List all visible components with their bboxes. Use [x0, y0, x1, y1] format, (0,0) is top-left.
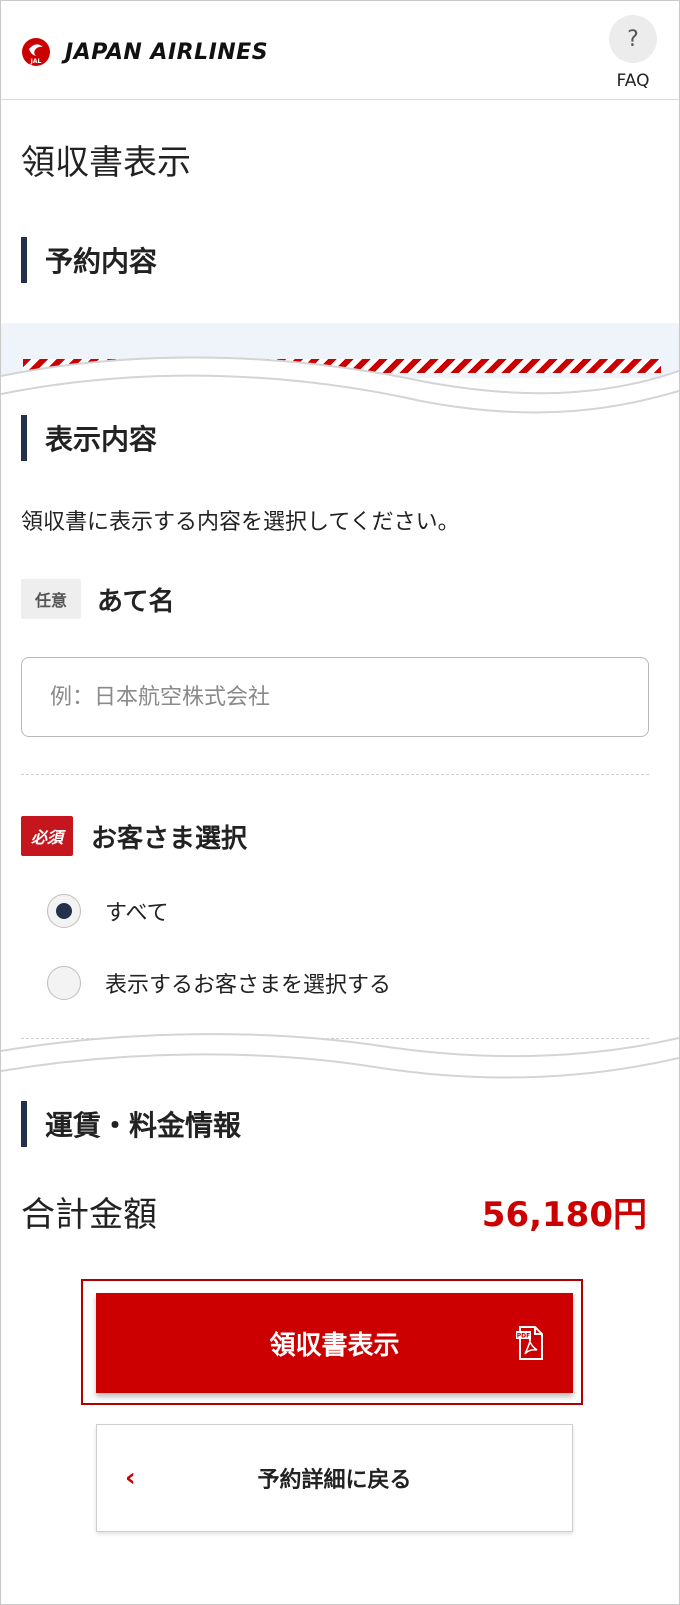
- faq-label: FAQ: [616, 71, 650, 91]
- jal-crane-icon: JAL: [22, 38, 50, 66]
- section-break-wave: [1, 356, 679, 426]
- addressee-label: あて名: [97, 587, 175, 617]
- total-amount-label: 合計金額: [21, 1195, 157, 1235]
- svg-text:PDF: PDF: [517, 1333, 530, 1340]
- radio-label-select-customers: 表示するお客さまを選択する: [105, 973, 392, 998]
- jal-logo-text: JAL: [30, 58, 42, 65]
- total-amount-value: 56,180円: [481, 1195, 647, 1235]
- display-description: 領収書に表示する内容を選択してください。: [21, 510, 460, 535]
- page-frame: JAL JAPAN AIRLINES ? FAQ 領収書表示 予約内容 表示内容…: [0, 0, 680, 1605]
- radio-selected-icon[interactable]: [47, 894, 81, 928]
- section-break-wave: [1, 1033, 679, 1096]
- customer-select-label: お客さま選択: [91, 824, 248, 854]
- radio-option-all[interactable]: すべて: [47, 894, 169, 928]
- header: JAL JAPAN AIRLINES ? FAQ: [1, 1, 679, 100]
- radio-unselected-icon[interactable]: [47, 966, 81, 1000]
- chevron-left-icon: ‹: [125, 1463, 136, 1493]
- back-button-label: 予約詳細に戻る: [257, 1468, 412, 1493]
- radio-label-all: すべて: [105, 901, 169, 926]
- divider: [21, 774, 649, 775]
- addressee-input[interactable]: [21, 657, 649, 737]
- section-heading-fare: 運賃・料金情報: [21, 1101, 241, 1147]
- optional-badge: 任意: [21, 579, 81, 619]
- help-icon: ?: [609, 15, 657, 63]
- show-receipt-button[interactable]: 領収書表示 PDF: [96, 1293, 573, 1393]
- page-title: 領収書表示: [21, 143, 191, 183]
- brand-name: JAPAN AIRLINES: [65, 39, 269, 65]
- section-heading-display: 表示内容: [21, 415, 157, 461]
- section-heading-reservation: 予約内容: [21, 237, 157, 283]
- jal-logo[interactable]: JAL JAPAN AIRLINES: [21, 37, 268, 67]
- show-receipt-label: 領収書表示: [269, 1330, 400, 1361]
- pdf-icon: PDF: [516, 1326, 543, 1360]
- faq-link[interactable]: ? FAQ: [605, 15, 661, 91]
- required-badge: 必須: [21, 816, 73, 856]
- back-to-reservation-button[interactable]: ‹ 予約詳細に戻る: [96, 1424, 573, 1532]
- radio-option-select-customers[interactable]: 表示するお客さまを選択する: [47, 966, 391, 1000]
